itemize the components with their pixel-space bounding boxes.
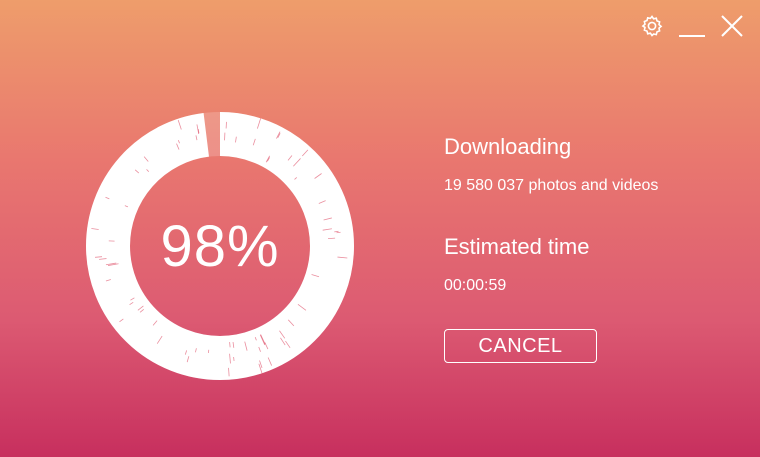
minimize-button[interactable] <box>678 12 706 40</box>
close-icon <box>721 15 743 37</box>
window-controls <box>638 12 746 40</box>
download-info: Downloading 19 580 037 photos and videos… <box>444 134 658 296</box>
download-window: 98% Downloading 19 580 037 photos and vi… <box>0 0 760 457</box>
status-title: Downloading <box>444 134 572 159</box>
estimated-time-value: 00:00:59 <box>444 277 507 294</box>
minimize-icon <box>679 35 705 37</box>
progress-ring: 98% <box>84 110 356 382</box>
progress-percent: 98% <box>160 213 280 279</box>
close-button[interactable] <box>718 12 746 40</box>
settings-button[interactable] <box>638 12 666 40</box>
cancel-button[interactable]: CANCEL <box>444 329 597 363</box>
estimated-time-label: Estimated time <box>444 234 590 259</box>
gear-icon <box>641 15 663 37</box>
item-count: 19 580 037 photos and videos <box>444 177 659 194</box>
